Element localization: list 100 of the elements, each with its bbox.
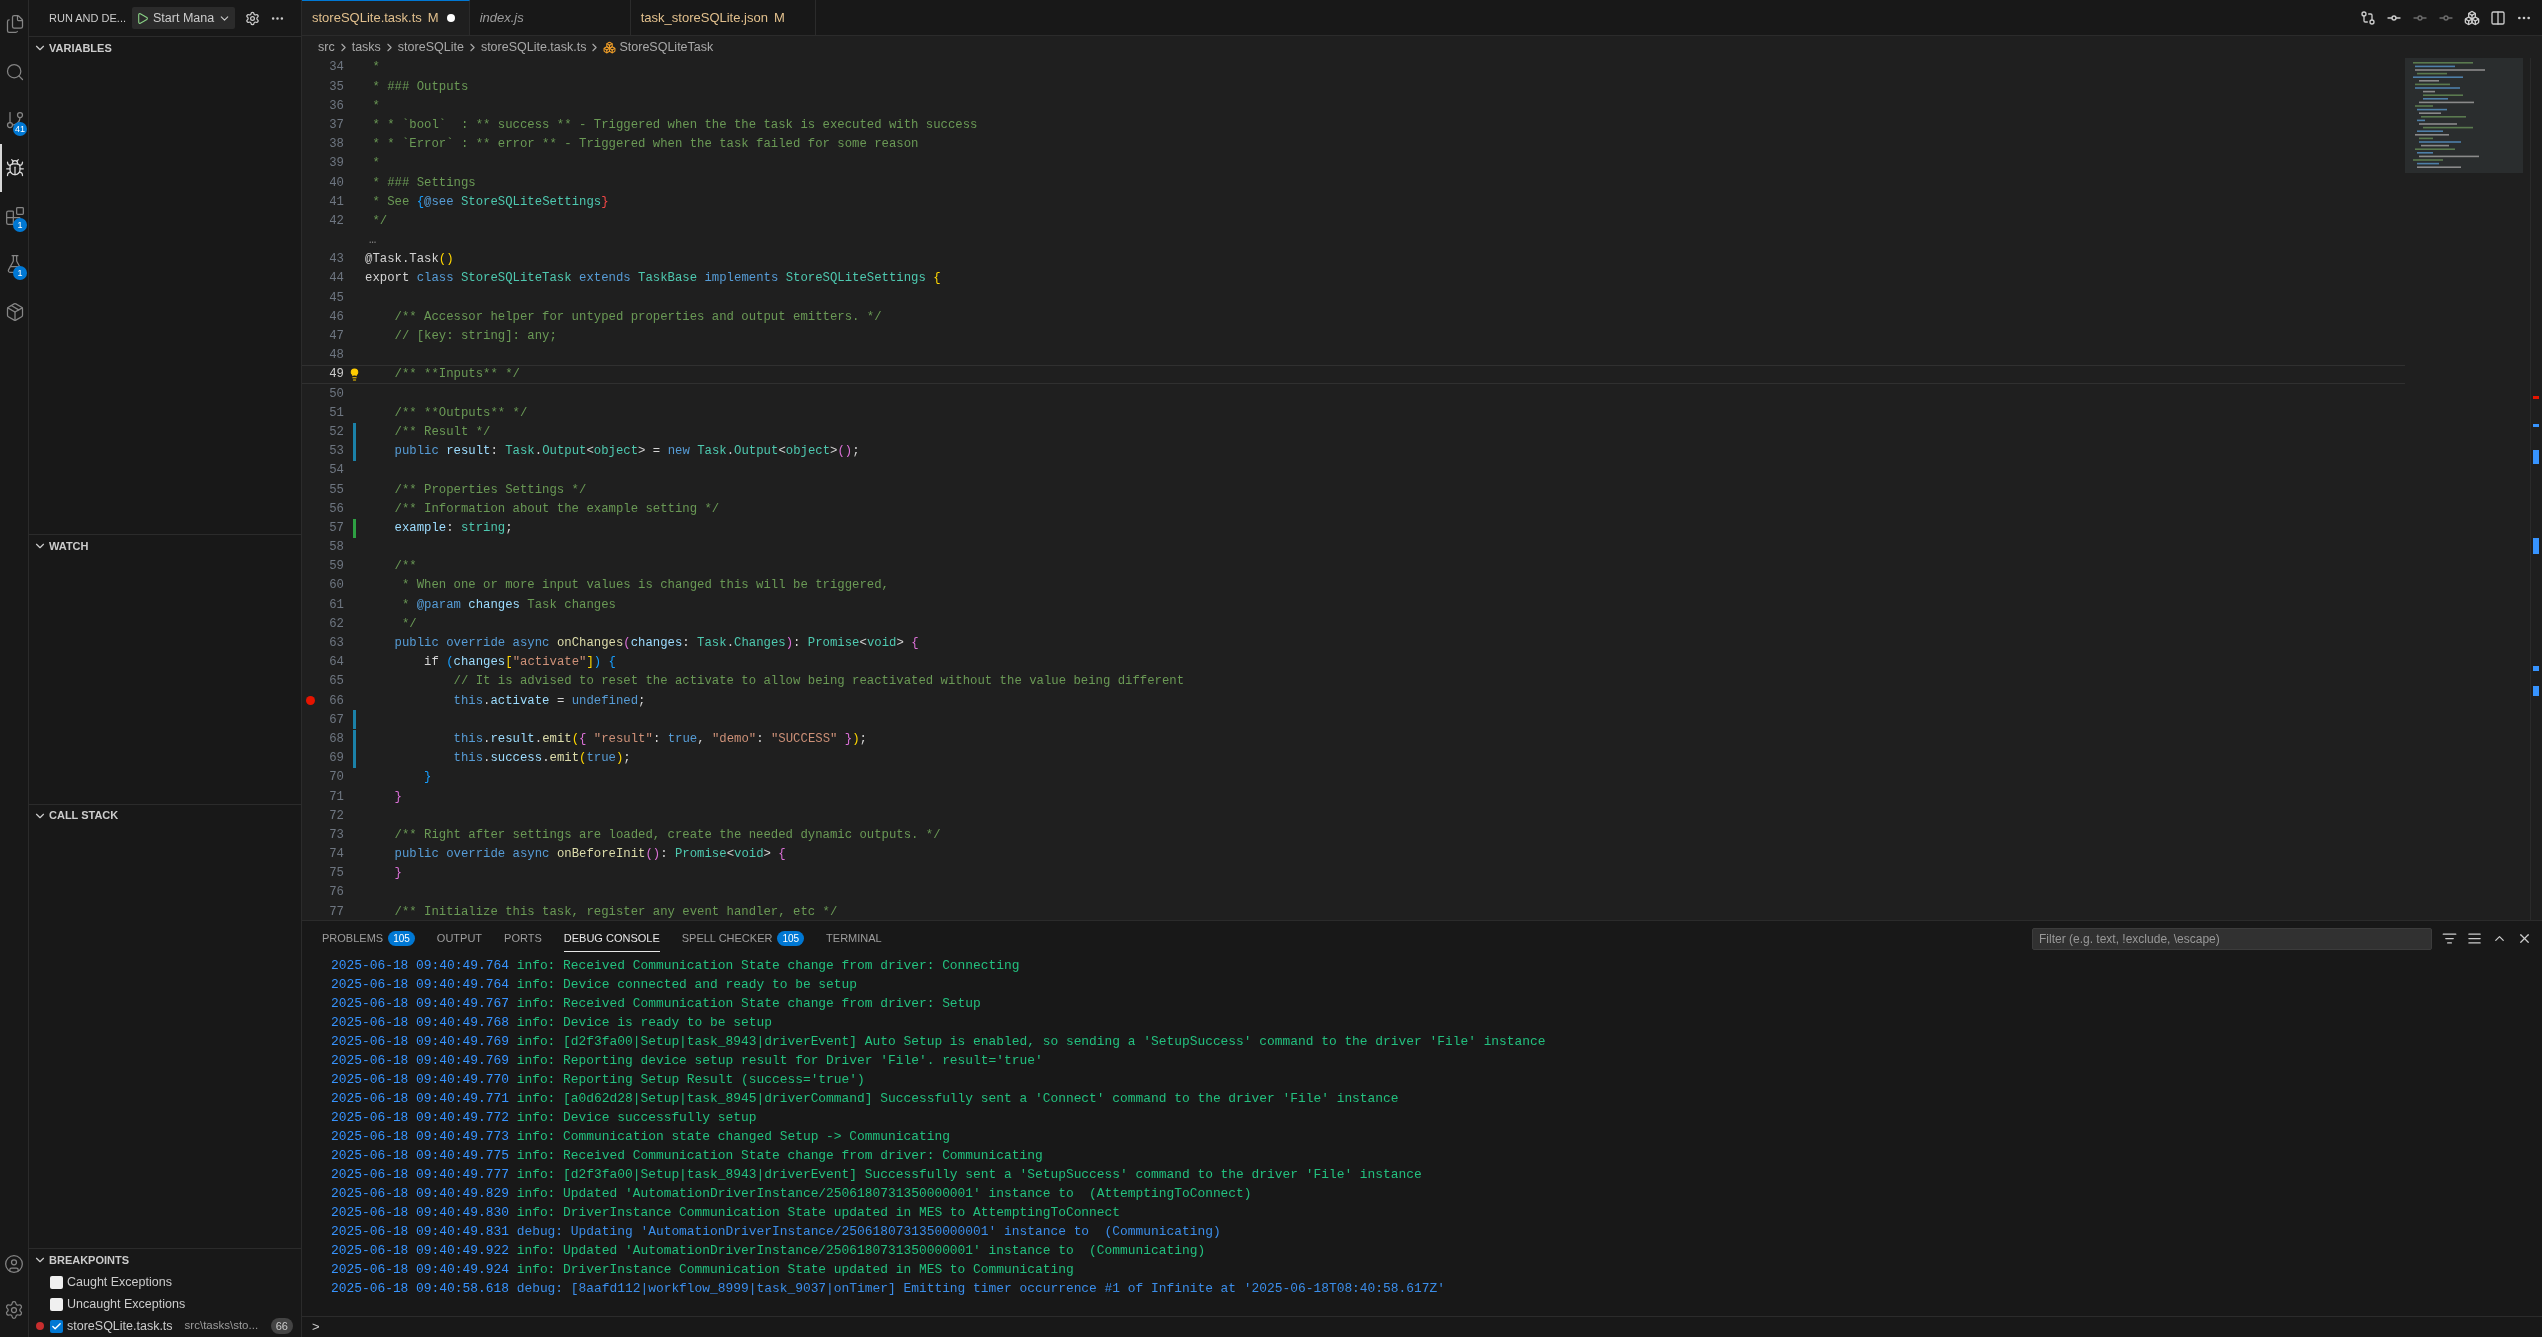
line-number: 50 [328,385,344,403]
settings-icon[interactable] [245,10,261,26]
code-line: // [key: string]: any; [393,328,557,345]
console-line: 2025-06-18 09:40:49.764 info: Received Communication State change from driver: Connecting [331,957,1021,975]
activity-item[interactable]: 1 [0,192,28,240]
line-number: 51 [328,404,344,422]
editor-tab[interactable]: task_storeSQLite.json M [630,0,816,35]
line-number: 67 [328,711,344,729]
code-line: } [423,769,432,787]
code-line: } [393,788,402,806]
account-icon [4,1254,24,1274]
badge: 1 [13,218,27,232]
line-number: 65 [328,673,344,691]
breadcrumb-item[interactable]: src [318,37,335,57]
line-number: 75 [328,865,344,883]
line-number: 68 [328,730,344,748]
line-number: 74 [328,846,344,864]
editor-tab[interactable]: storeSQLite.task.ts M [302,0,470,35]
console-line: 2025-06-18 09:40:49.770 info: Reporting Setup Result (success='true') [331,1071,866,1089]
code-line: */ [400,615,417,633]
line-number: 64 [328,654,344,672]
checkbox[interactable] [50,1319,63,1333]
line-number: 59 [328,558,344,576]
line-number: 62 [328,615,344,633]
console-line: 2025-06-18 09:40:49.769 info: Reporting device setup result for Driver 'File'. result='true' [331,1052,1044,1070]
line-number: 72 [328,807,344,825]
breakpoint-label: storeSQLite.task.ts [67,1317,173,1335]
console-line: 2025-06-18 09:40:49.775 info: Received Communication State change from driver: Communicating [331,1147,1044,1165]
lightbulb-icon[interactable] [348,368,361,382]
checkbox[interactable] [50,1275,63,1289]
line-number: 53 [328,443,344,461]
line-number: 71 [328,788,344,806]
activity-item[interactable]: 1 [0,240,28,288]
code-line: public result: Task.Output<object> = new Task.Output<object>(); [393,443,860,461]
class-icon [603,40,617,54]
code-line: /** Accessor helper for untyped properties and output emitters. */ [393,308,882,326]
section-header[interactable]: VARIABLES [29,37,301,59]
filter-field[interactable]: Filter (e.g. text, !exclude, \escape) [2032,927,2432,950]
line-number: 76 [328,884,344,902]
code-line: * [371,59,380,77]
line-number: 70 [328,769,344,787]
code-line: this.success.emit(true); [452,750,631,768]
panel-tab[interactable]: DEBUG CONSOLE [563,925,660,952]
console-line: 2025-06-18 09:40:49.771 info: [a0d62d28|Setup|task_8945|driverCommand] Successfully sent a 'Connect' command to the driver 'File' instance [331,1090,1400,1108]
code-line: /** Properties Settings */ [393,481,587,499]
blocks-icon[interactable] [2464,9,2480,26]
console-line: 2025-06-18 09:40:49.767 info: Received Communication State change from driver: Setup [331,995,982,1013]
console-line: 2025-06-18 09:40:49.829 info: Updated 'AutomationDriverInstance/2506180731350000001' instance to (AttemptingToConnect) [331,1185,1253,1203]
clear-console-icon[interactable] [2467,931,2482,946]
breadcrumb-item[interactable]: tasks [351,37,381,57]
split-editor-icon[interactable] [2490,9,2506,26]
console-prompt[interactable]: > [312,1317,320,1337]
line-number: 73 [328,826,344,844]
files-icon [5,14,25,34]
badge: 41 [13,122,27,136]
activity-item[interactable]: 41 [0,96,28,144]
breadcrumb-item[interactable]: storeSQLite.task.ts [480,37,587,57]
code-line: if (changes["activate"]) { [423,654,616,672]
code-line: /** **Outputs** */ [393,404,528,422]
console-line: 2025-06-18 09:40:49.768 info: Device is ready to be setup [331,1014,773,1032]
line-number: 56 [328,500,344,518]
panel-tab[interactable]: TERMINAL [826,925,882,952]
line-number: 36 [328,97,344,115]
line-badge: 66 [270,1317,293,1335]
play-icon [136,11,149,25]
breadcrumb-item[interactable]: storeSQLite [397,37,464,57]
line-number: 43 [328,251,344,269]
console-line: 2025-06-18 09:40:49.830 info: DriverInstance Communication State updated in MES to AttemptingToConnect [331,1204,1122,1222]
code-line: /** [393,558,417,576]
panel-tab[interactable]: PORTS [504,925,542,952]
line-number: 61 [328,596,344,614]
line-number: 69 [328,750,344,768]
code-line: * [371,97,380,115]
line-number: 58 [328,539,344,557]
console-line: 2025-06-18 09:40:49.764 info: Device connected and ready to be setup [331,976,859,994]
branch-icon [5,110,25,130]
line-number: 49 [328,366,344,384]
close-icon[interactable] [2517,931,2532,946]
section-header[interactable]: WATCH [29,535,301,558]
checkbox[interactable] [50,1297,63,1311]
line-number: 54 [328,462,344,480]
file-path: src\tasks\sto... [184,1318,259,1334]
line-number: 47 [328,328,344,345]
line-number: 66 [328,692,344,710]
filter-icon[interactable] [2442,931,2457,946]
panel-tab[interactable]: PROBLEMS 105 [322,925,415,952]
panel-tab[interactable]: OUTPUT [436,925,483,952]
code-line: * @param changes Task changes [400,596,616,614]
line-number: 55 [328,481,344,499]
editor-tab[interactable]: index.js [469,0,631,35]
launch-config-dropdown[interactable]: Start Mana [132,7,236,29]
console-line: 2025-06-18 09:40:49.922 info: Updated 'AutomationDriverInstance/2506180731350000001' instance to (Communicating) [331,1242,1207,1260]
section-header[interactable]: BREAKPOINTS [29,1249,301,1271]
line-number: 46 [328,308,344,326]
section-header[interactable]: CALL STACK [29,804,301,827]
code-line: public override async onChanges(changes: Task.Changes): Promise<void> { [393,635,919,652]
folded-region-marker[interactable]: … [369,235,377,246]
compare-icon[interactable] [2360,9,2376,26]
breadcrumb-item[interactable]: StoreSQLiteTask [619,37,714,57]
panel-tab[interactable]: SPELL CHECKER 105 [681,925,805,952]
